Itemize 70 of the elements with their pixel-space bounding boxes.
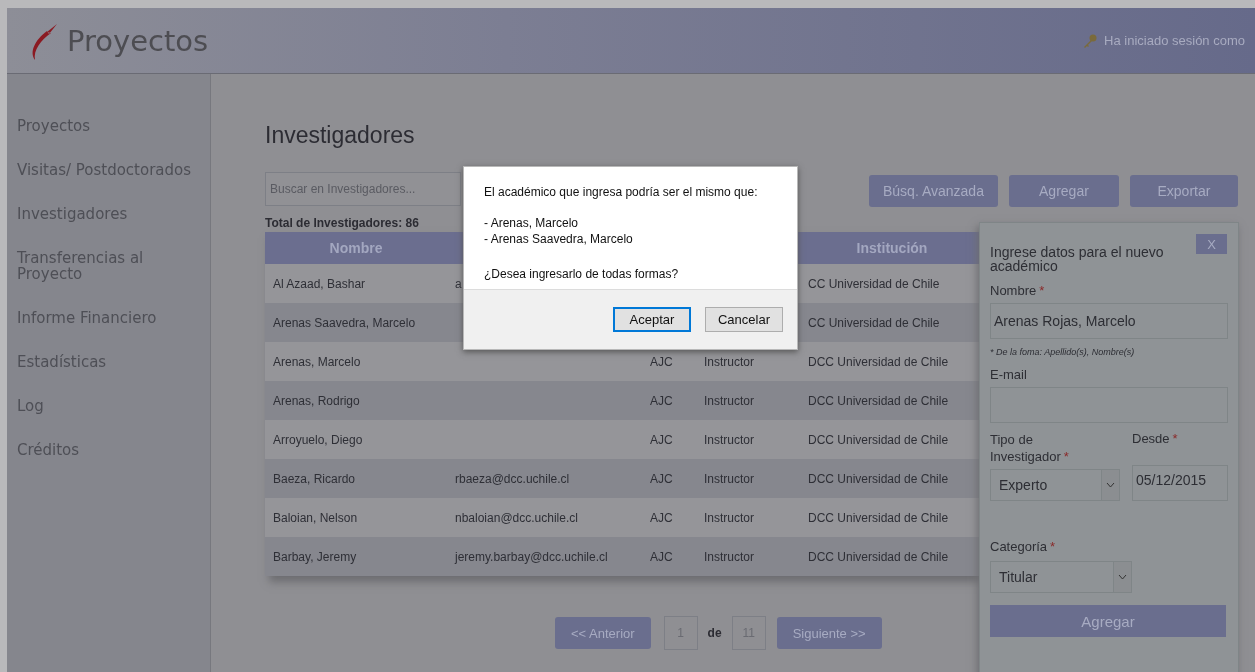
- table-cell: Instructor: [704, 510, 754, 525]
- page-of-text: de: [707, 626, 722, 640]
- table-cell: DCC Universidad de Chile: [808, 393, 949, 408]
- name-field[interactable]: Arenas Rojas, Marcelo: [990, 303, 1228, 339]
- add-button[interactable]: Agregar: [990, 605, 1226, 637]
- format-hint: * De la foma: Apellido(s), Nombre(s): [990, 347, 1136, 357]
- dialog-question: ¿Desea ingresarlo de todas formas?: [484, 267, 680, 281]
- table-cell: Barbay, Jeremy: [273, 549, 357, 564]
- table-cell: AJC: [650, 549, 673, 564]
- total-count-text: Total de Investigadores: 86: [265, 216, 419, 230]
- column-header: Nombre: [329, 240, 383, 256]
- category-select[interactable]: Titular: [990, 561, 1132, 593]
- table-cell: Instructor: [704, 549, 754, 564]
- toolbar-button[interactable]: Agregar: [1008, 175, 1119, 207]
- next-page-button[interactable]: Siguiente >>: [776, 617, 882, 649]
- toolbar-button[interactable]: Búsq. Avanzada: [869, 175, 998, 207]
- table-cell: nbaloian@dcc.uchile.cl: [455, 510, 578, 525]
- panel-title: Ingrese datos para el nuevo académico: [990, 245, 1165, 273]
- chevron-down-icon: [1118, 574, 1127, 580]
- table-cell: DCC Universidad de Chile: [808, 549, 949, 564]
- dialog-message: El académico que ingresa podría ser el mismo que:: [484, 185, 759, 199]
- table-cell: AJC: [650, 510, 673, 525]
- column-header: Institución: [856, 240, 928, 256]
- login-status-text: Ha iniciado sesión como: [1104, 33, 1245, 48]
- table-cell: DCC Universidad de Chile: [808, 432, 949, 447]
- required-mark: *: [1050, 539, 1056, 554]
- table-cell: DCC Universidad de Chile: [808, 354, 949, 369]
- table-cell: AJC: [650, 393, 673, 408]
- table-cell: Arenas, Marcelo: [273, 354, 361, 369]
- field-label: Desde: [1132, 431, 1170, 446]
- field-label: E-mail: [990, 367, 1027, 382]
- table-cell: Instructor: [704, 471, 754, 486]
- table-cell: jeremy.barbay@dcc.uchile.cl: [455, 549, 608, 564]
- table-cell: DCC Universidad de Chile: [808, 510, 949, 525]
- table-cell: DCC Universidad de Chile: [808, 471, 949, 486]
- table-cell: Arenas, Rodrigo: [273, 393, 360, 408]
- chevron-down-icon: [1106, 482, 1115, 488]
- dialog-button[interactable]: Cancelar: [705, 307, 783, 332]
- table-cell: AJC: [650, 471, 673, 486]
- table-cell: CC Universidad de Chile: [808, 276, 940, 291]
- field-label: Categoría: [990, 539, 1048, 554]
- app-logo-text: Proyectos: [67, 23, 209, 58]
- table-cell: a: [455, 276, 462, 291]
- table-cell: Arenas Saavedra, Marcelo: [273, 315, 416, 330]
- table-cell: Al Azaad, Bashar: [273, 276, 366, 291]
- match-item: - Arenas Saavedra, Marcelo: [484, 231, 634, 247]
- field-label: Nombre: [990, 283, 1037, 298]
- page-title: Investigadores: [265, 122, 416, 150]
- toolbar-button[interactable]: Exportar: [1129, 175, 1238, 207]
- table-cell: AJC: [650, 432, 673, 447]
- date-field[interactable]: 05/12/2015: [1132, 465, 1228, 501]
- match-item: - Arenas, Marcelo: [484, 215, 580, 231]
- dialog-button[interactable]: Aceptar: [613, 307, 691, 332]
- field-label: Tipo de Investigador: [990, 432, 1061, 464]
- required-mark: *: [1039, 283, 1045, 298]
- key-icon: [1082, 32, 1099, 49]
- required-mark: *: [1172, 431, 1178, 446]
- table-cell: Instructor: [704, 432, 754, 447]
- table-cell: CC Universidad de Chile: [808, 315, 940, 330]
- close-button[interactable]: X: [1196, 234, 1227, 254]
- table-cell: Instructor: [704, 354, 754, 369]
- table-cell: Baloian, Nelson: [273, 510, 358, 525]
- researcher-type-select[interactable]: Experto: [990, 469, 1120, 501]
- table-cell: Instructor: [704, 393, 754, 408]
- table-cell: Arroyuelo, Diego: [273, 432, 363, 447]
- table-cell: AJC: [650, 354, 673, 369]
- table-cell: rbaeza@dcc.uchile.cl: [455, 471, 570, 486]
- required-mark: *: [1063, 449, 1069, 464]
- previous-page-button[interactable]: << Anterior: [555, 617, 651, 649]
- table-cell: Baeza, Ricardo: [273, 471, 356, 486]
